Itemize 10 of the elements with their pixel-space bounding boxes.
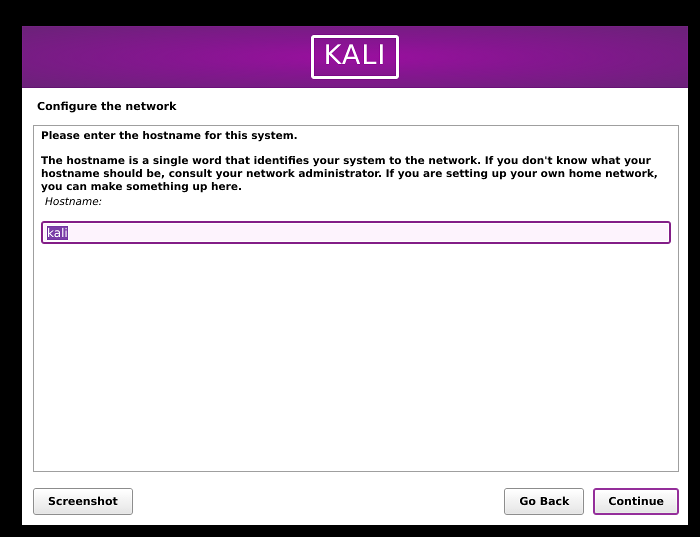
hostname-value: kali [47, 226, 68, 240]
page-title: Configure the network [37, 99, 178, 115]
dialog-button[interactable]: Go Back [504, 488, 584, 515]
kali-logo: KALI [310, 35, 400, 79]
description-text: The hostname is a single word that identifies your system to the network. If you don't know what your hostname should be, consult your network administrator. If you are setting up your own home network, you can make something up here. [41, 155, 659, 194]
field-label: Hostname: [45, 196, 104, 208]
hostname-field[interactable]: kali [41, 221, 671, 244]
prompt-text: Please enter the hostname for this system. [41, 130, 299, 142]
dialog-button[interactable]: Continue [593, 488, 679, 515]
dialog-button[interactable]: Screenshot [33, 488, 133, 515]
